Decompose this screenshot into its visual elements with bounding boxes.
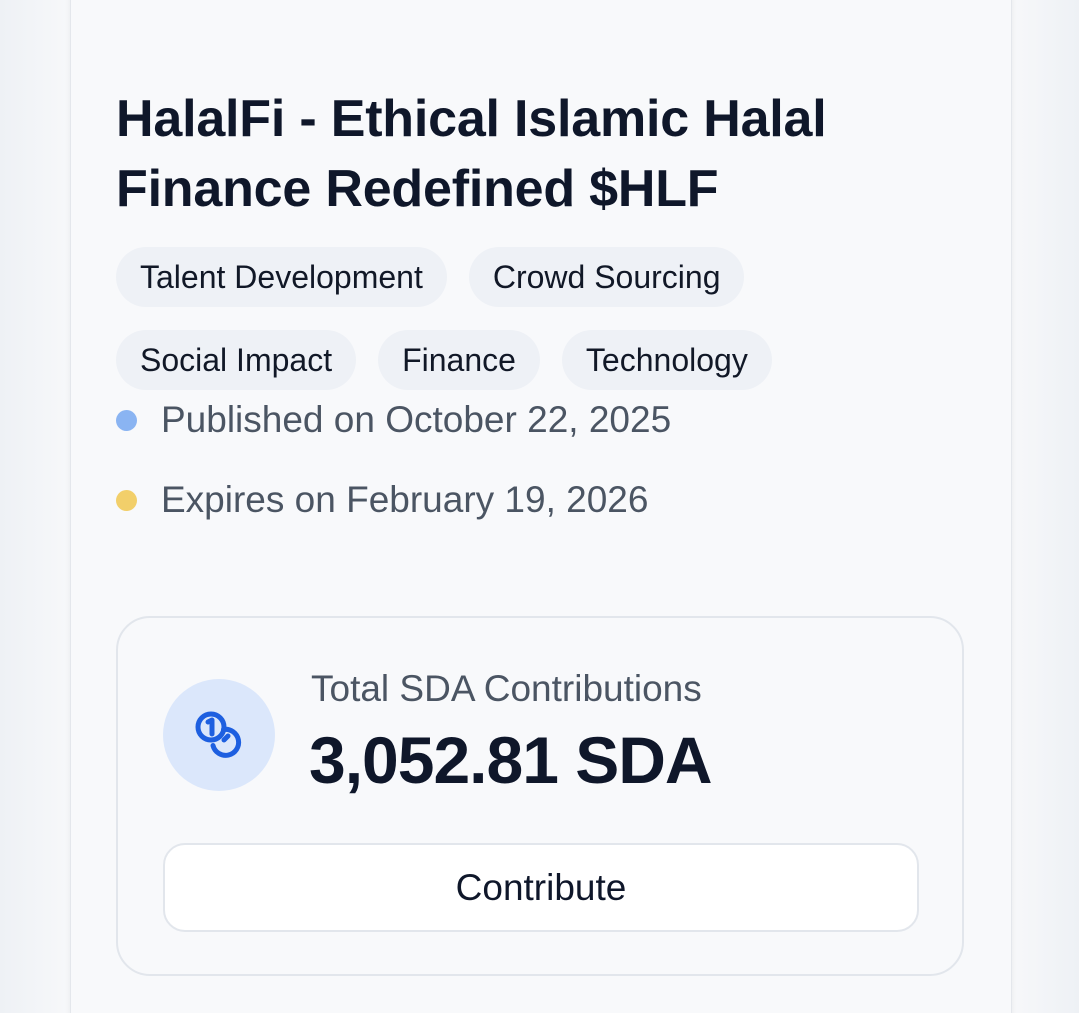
tag-chip: Finance bbox=[378, 330, 540, 390]
tag-chip: Technology bbox=[561, 330, 772, 390]
published-dot-icon bbox=[116, 409, 137, 431]
expires-date-row: Expires on February 19, 2026 bbox=[116, 479, 648, 521]
contribute-button[interactable]: Contribute bbox=[163, 843, 919, 932]
page: HalalFi - Ethical Islamic Halal Finance … bbox=[0, 0, 1079, 1013]
tag-chip: Talent Development bbox=[116, 247, 447, 307]
contributions-label: Total SDA Contributions bbox=[311, 668, 702, 709]
tag-chip: Social Impact bbox=[116, 330, 357, 390]
coins-icon bbox=[163, 679, 275, 791]
expires-dot-icon bbox=[116, 489, 137, 511]
tag-list: Talent Development Crowd Sourcing Social… bbox=[116, 247, 916, 390]
project-title: HalalFi - Ethical Islamic Halal Finance … bbox=[116, 90, 827, 218]
contributions-total: 3,052.81 SDA bbox=[309, 723, 713, 797]
project-card: HalalFi - Ethical Islamic Halal Finance … bbox=[70, 0, 1012, 1013]
published-date-row: Published on October 22, 2025 bbox=[116, 399, 671, 441]
published-date: Published on October 22, 2025 bbox=[161, 399, 672, 440]
tag-chip: Crowd Sourcing bbox=[468, 247, 745, 307]
expires-date: Expires on February 19, 2026 bbox=[161, 479, 649, 520]
contributions-panel: Total SDA Contributions 3,052.81 SDA Con… bbox=[116, 616, 964, 976]
